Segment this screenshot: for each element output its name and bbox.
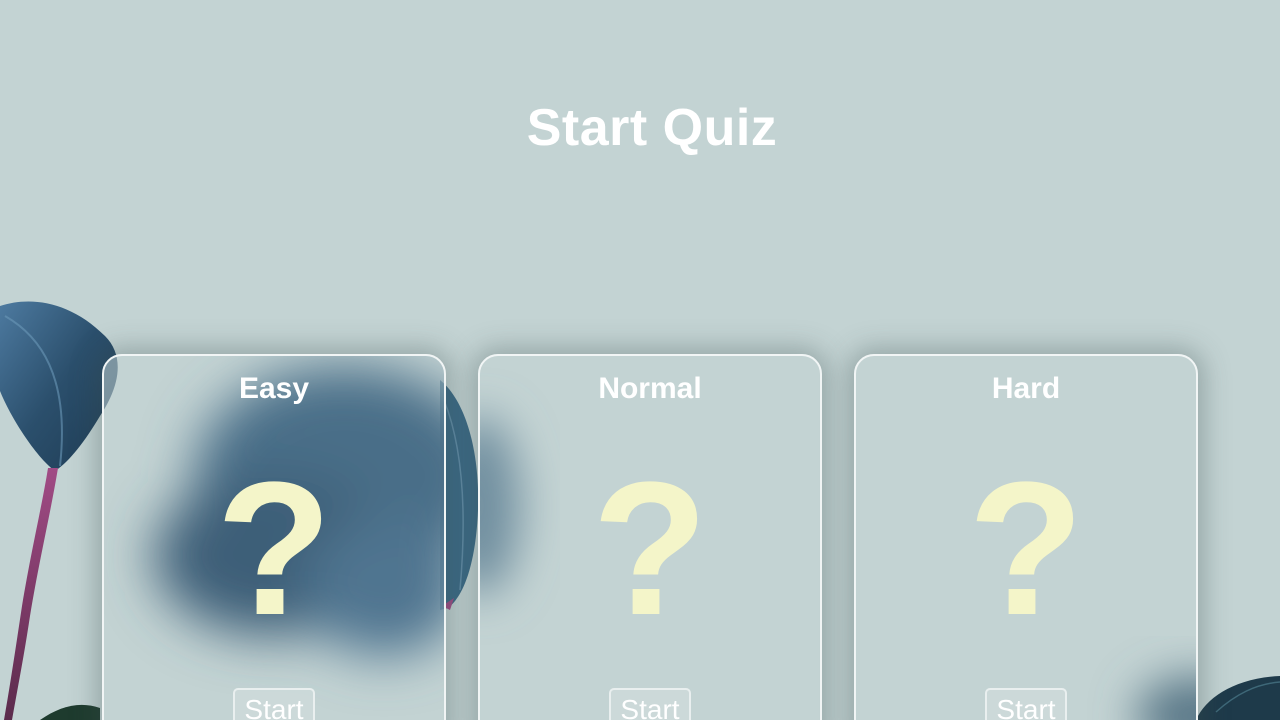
start-easy-button[interactable]: Start: [233, 688, 315, 720]
question-mark-icon: ?: [215, 443, 333, 655]
start-normal-button[interactable]: Start: [609, 688, 691, 720]
question-mark-icon: ?: [967, 443, 1085, 655]
start-hard-button[interactable]: Start: [985, 688, 1067, 720]
question-mark-icon: ?: [591, 443, 709, 655]
card-title-hard: Hard: [991, 372, 1061, 405]
plant-leaf-right-image: [1196, 676, 1280, 720]
quiz-card-easy: Easy ? Start: [102, 354, 446, 720]
page-title: Start Quiz: [526, 99, 778, 157]
card-title-normal: Normal: [598, 372, 702, 405]
card-title-easy: Easy: [238, 372, 310, 405]
quiz-card-hard: Hard ? Start: [854, 354, 1198, 720]
quiz-card-normal: Normal ? Start: [478, 354, 822, 720]
